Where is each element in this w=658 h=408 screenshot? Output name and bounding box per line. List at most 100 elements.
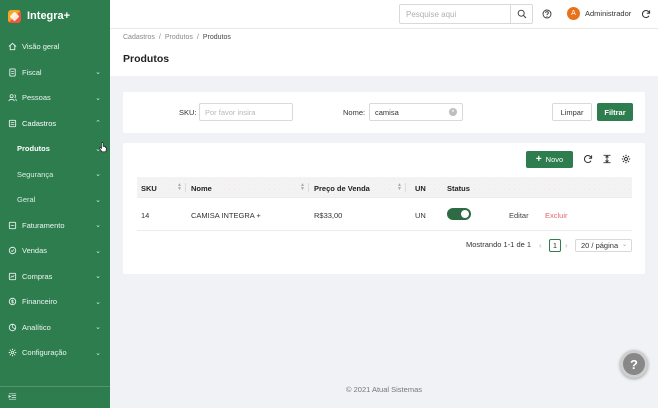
column-header-un: UN	[415, 184, 426, 193]
table-header: SKU ▲ ▼ Nome ▲ ▼ Preço de Venda ▲ ▼ UN Stat…	[137, 177, 632, 198]
sidebar-item-label: Analítico	[22, 322, 51, 332]
cell-un: UN	[415, 211, 426, 220]
page-size-value: 20 / página	[581, 241, 619, 250]
breadcrumb-item-current: Produtos	[202, 34, 231, 41]
clear-input-icon[interactable]: ×	[449, 108, 457, 116]
sidebar-item-label: Cadastros	[22, 118, 57, 128]
column-divider	[405, 183, 406, 192]
chevron-left-icon[interactable]: ‹	[539, 241, 542, 250]
users-icon	[8, 93, 17, 102]
help-fab-button[interactable]: ?	[620, 350, 648, 378]
sidebar-collapse-toggle[interactable]	[0, 386, 110, 408]
reload-icon[interactable]	[641, 9, 651, 19]
brand[interactable]: Integra+	[0, 0, 110, 32]
page-size-select[interactable]: 20 / página ⌄	[575, 239, 632, 252]
delete-link[interactable]: Excluir	[545, 211, 568, 220]
sku-input[interactable]	[199, 103, 293, 121]
breadcrumb-item-produtos[interactable]: Produtos	[165, 34, 193, 41]
page-title: Produtos	[123, 53, 170, 65]
chevron-down-icon: ⌄	[95, 324, 101, 332]
sidebar-item-compras[interactable]: Compras ⌄	[0, 264, 110, 290]
sidebar-item-label: Vendas	[22, 246, 48, 256]
brand-logo-icon	[8, 9, 21, 23]
sidebar-item-visao-geral[interactable]: Visão geral	[0, 34, 110, 60]
page-header: Cadastros / Produtos / Produtos Produtos	[110, 29, 658, 76]
cell-sku: 14	[141, 211, 150, 220]
breadcrumb-separator: /	[196, 34, 199, 41]
nome-label: Nome:	[343, 108, 366, 117]
sidebar: Integra+ Visão geral Fiscal ⌄ Pessoas ⌄	[0, 0, 110, 408]
filter-card: SKU: Nome: × Limpar Filtrar	[123, 92, 645, 133]
sidebar-item-geral[interactable]: Geral ⌄	[0, 187, 110, 213]
chevron-down-icon: ⌄	[95, 94, 101, 102]
sidebar-item-configuracao[interactable]: Configuração ⌄	[0, 340, 110, 366]
status-toggle[interactable]	[447, 208, 471, 220]
column-header-status: Status	[447, 184, 470, 193]
sidebar-item-label: Pessoas	[22, 93, 51, 103]
home-icon	[8, 42, 17, 51]
breadcrumb: Cadastros / Produtos / Produtos	[123, 34, 231, 41]
breadcrumb-separator: /	[158, 34, 161, 41]
column-divider	[308, 183, 309, 192]
products-table-card: + Novo SKU ▲ ▼ Nome ▲ ▼ Preço de Venda ▲ ▼ …	[123, 143, 645, 274]
sidebar-item-faturamento[interactable]: Faturamento ⌄	[0, 213, 110, 239]
pagination-summary: Mostrando 1-1 de 1	[466, 240, 532, 249]
sidebar-item-label: Compras	[22, 271, 53, 281]
username: Administrador	[585, 9, 632, 18]
sidebar-item-label: Visão geral	[22, 42, 60, 52]
sort-icon[interactable]: ▲ ▼	[177, 183, 182, 192]
setting-icon[interactable]	[621, 154, 631, 164]
sku-label: SKU:	[179, 108, 197, 117]
edit-link[interactable]: Editar	[509, 211, 529, 220]
pagination-current-page[interactable]: 1	[549, 239, 561, 252]
sidebar-item-fiscal[interactable]: Fiscal ⌄	[0, 60, 110, 86]
chevron-right-icon[interactable]: ›	[565, 241, 568, 250]
footer: © 2021 Atual Sistemas	[346, 385, 422, 394]
mouse-pointer-icon	[99, 142, 107, 153]
menu-fold-icon	[8, 392, 17, 403]
user-menu[interactable]: A Administrador	[567, 7, 631, 20]
global-search	[399, 4, 533, 24]
sidebar-item-label: Fiscal	[22, 67, 42, 77]
column-divider	[185, 183, 186, 192]
help-icon[interactable]	[542, 9, 552, 19]
column-header-preco[interactable]: Preço de Venda	[314, 184, 370, 193]
sidebar-item-label: Produtos	[17, 144, 50, 154]
clear-button[interactable]: Limpar	[552, 103, 592, 121]
breadcrumb-item-cadastros[interactable]: Cadastros	[123, 34, 155, 41]
search-button[interactable]	[510, 5, 532, 23]
sidebar-item-label: Segurança	[17, 169, 54, 179]
sort-icon[interactable]: ▲ ▼	[397, 183, 402, 192]
chevron-up-icon: ⌃	[95, 120, 101, 128]
chevron-down-icon: ⌄	[95, 196, 101, 204]
avatar: A	[567, 7, 580, 20]
brand-name: Integra+	[27, 10, 71, 22]
sidebar-item-financeiro[interactable]: Financeiro ⌄	[0, 289, 110, 315]
chevron-down-icon: ⌄	[621, 242, 627, 248]
sidebar-item-analitico[interactable]: Analítico ⌄	[0, 315, 110, 341]
invoice-icon	[8, 221, 17, 230]
column-header-sku[interactable]: SKU	[141, 184, 157, 193]
new-product-button[interactable]: + Novo	[526, 151, 573, 168]
cell-preco: R$33,00	[314, 211, 343, 220]
new-button-label: Novo	[545, 155, 564, 164]
sidebar-item-label: Geral	[17, 195, 36, 205]
sort-icon[interactable]: ▲ ▼	[300, 183, 305, 192]
filter-button[interactable]: Filtrar	[597, 103, 633, 121]
column-header-nome[interactable]: Nome	[191, 184, 212, 193]
top-header: A Administrador	[110, 0, 658, 29]
sidebar-item-pessoas[interactable]: Pessoas ⌄	[0, 85, 110, 111]
sidebar-item-produtos[interactable]: Produtos ⌄	[0, 136, 110, 162]
sidebar-item-label: Faturamento	[22, 220, 65, 230]
sidebar-item-vendas[interactable]: Vendas ⌄	[0, 238, 110, 264]
chevron-down-icon: ⌄	[95, 273, 101, 281]
sidebar-item-seguranca[interactable]: Segurança ⌄	[0, 162, 110, 188]
reload-icon[interactable]	[583, 154, 593, 164]
chevron-down-icon: ⌄	[95, 298, 101, 306]
chevron-down-icon: ⌄	[95, 171, 101, 179]
chevron-down-icon: ⌄	[95, 69, 101, 77]
search-input[interactable]	[400, 5, 510, 23]
column-height-icon[interactable]	[602, 154, 612, 164]
sidebar-item-cadastros[interactable]: Cadastros ⌃	[0, 111, 110, 137]
cart-icon	[8, 272, 17, 281]
